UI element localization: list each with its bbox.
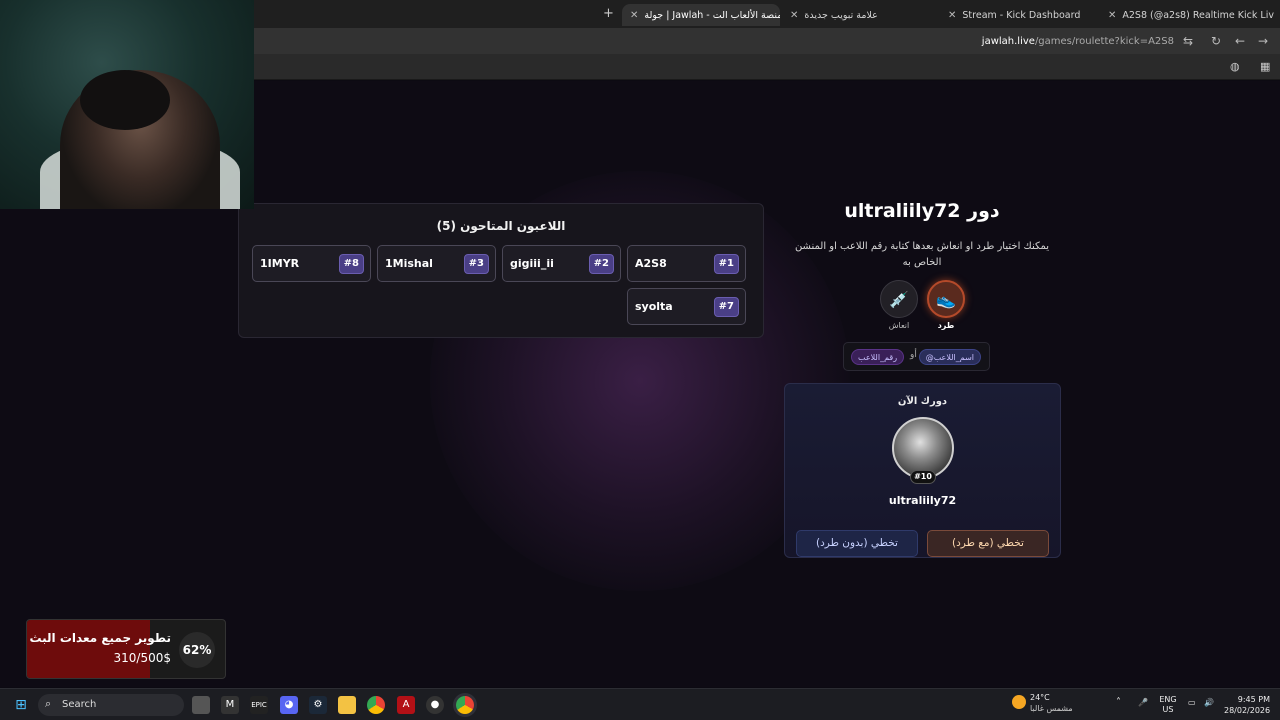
apps-grid-icon[interactable]: ▦ <box>1260 60 1270 73</box>
revive-action-button[interactable]: 💉 انعاش <box>879 280 919 330</box>
url-domain: jawlah.live <box>981 36 1035 47</box>
back-icon[interactable]: ← <box>1235 34 1245 48</box>
windows-start-icon[interactable]: ⊞ <box>12 696 30 714</box>
browser-tab-active[interactable]: ✕ جولة | Jawlah - منصة الألعاب الت <box>622 4 780 26</box>
clock-time: 9:45 PM <box>1237 695 1270 704</box>
avatar-number-badge: #10 <box>910 470 936 484</box>
obs-icon[interactable]: ● <box>426 696 444 714</box>
donation-amount: 310/500$ <box>113 651 172 665</box>
search-icon: ⌕ <box>45 697 52 710</box>
microphone-icon[interactable]: 🎤 <box>1138 698 1148 708</box>
tab-label: جولة | Jawlah - منصة الألعاب الت <box>644 9 780 21</box>
current-turn-card: دورك الآن #10 ultraliily72 تخطي (مع طرد)… <box>784 383 1061 558</box>
player-number-badge: #1 <box>713 254 739 274</box>
region-code: US <box>1162 705 1174 714</box>
turn-title: دور ultraliily72 <box>844 200 1000 222</box>
chevron-up-icon[interactable]: ˄ <box>1116 698 1121 708</box>
player-mention-chip: @اسم_اللاعب <box>918 349 981 365</box>
player-name: gigiii_ii <box>510 257 554 270</box>
network-icon[interactable]: ▭ <box>1188 698 1196 708</box>
new-tab-icon[interactable]: + <box>603 6 614 21</box>
tab-label: علامة تبويب جديدة <box>804 9 878 21</box>
taskbar-search[interactable]: ⌕ Search <box>38 694 184 716</box>
reload-icon[interactable]: ↻ <box>1211 34 1221 48</box>
task-view-icon[interactable] <box>192 696 210 714</box>
webcam-person-hair <box>80 70 170 130</box>
player-number-badge: #2 <box>588 254 614 274</box>
your-turn-title: دورك الآن <box>897 396 948 407</box>
tab-label: Stream - Kick Dashboard <box>962 9 1081 21</box>
player-number-badge: #3 <box>463 254 489 274</box>
chrome-icon[interactable] <box>367 696 385 714</box>
browser-tab[interactable]: ✕ A2S8 (@a2s8) Realtime Kick Liv <box>1100 4 1280 26</box>
app-icon[interactable]: M <box>221 696 239 714</box>
available-players-panel: اللاعبون المتاحون (5) A2S8 #1 gigiii_ii … <box>238 203 764 338</box>
taskbar-clock[interactable]: 9:45 PM 28/02/2026 <box>1224 694 1270 716</box>
site-settings-icon[interactable]: ⇆ <box>1183 34 1193 48</box>
donation-goal-title: تطوير جميع معدات البث <box>29 631 171 645</box>
player-name: syolta <box>635 300 673 313</box>
file-explorer-icon[interactable] <box>338 696 356 714</box>
player-card[interactable]: 1IMYR #8 <box>252 245 371 282</box>
browser-tab[interactable]: ✕ Stream - Kick Dashboard <box>940 4 1100 26</box>
webcam-overlay <box>0 0 254 209</box>
player-card[interactable]: 1Mishal #3 <box>377 245 496 282</box>
close-tab-icon[interactable]: ✕ <box>948 10 956 21</box>
clock-date: 28/02/2026 <box>1224 706 1271 715</box>
players-title: اللاعبون المتاحون (5) <box>436 219 566 233</box>
syringe-icon: 💉 <box>880 280 918 318</box>
volume-icon[interactable]: 🔊 <box>1204 698 1214 708</box>
player-card[interactable]: gigiii_ii #2 <box>502 245 621 282</box>
player-number-chip: رقم_اللاعب <box>851 349 905 365</box>
current-player-name: ultraliily72 <box>888 494 957 507</box>
kick-action-button[interactable]: 👟 طرد <box>926 280 966 330</box>
close-tab-icon[interactable]: ✕ <box>1108 10 1116 21</box>
player-name: 1Mishal <box>385 257 433 270</box>
sneaker-icon: 👟 <box>927 280 965 318</box>
taskbar-search-label: Search <box>62 699 97 710</box>
player-name: 1IMYR <box>260 257 300 270</box>
globe-icon[interactable]: ◍ <box>1230 60 1240 73</box>
close-tab-icon[interactable]: ✕ <box>630 10 638 21</box>
forward-icon[interactable]: → <box>1258 34 1268 48</box>
skip-without-kick-button[interactable]: تخطي (بدون طرد) <box>796 530 918 557</box>
kick-label: طرد <box>937 321 955 330</box>
language-code: ENG <box>1159 695 1177 704</box>
adobe-icon[interactable]: A <box>397 696 415 714</box>
donation-goal-widget: تطوير جميع معدات البث 310/500$ 62% <box>26 619 226 679</box>
player-card[interactable]: A2S8 #1 <box>627 245 746 282</box>
donation-progress-fill <box>27 620 150 678</box>
sun-icon <box>1012 695 1026 709</box>
chrome-active-icon[interactable] <box>456 696 474 714</box>
close-tab-icon[interactable]: ✕ <box>790 10 798 21</box>
language-indicator[interactable]: ENG US <box>1158 695 1178 715</box>
url-field[interactable]: jawlah.live/games/roulette?kick=A2S8 <box>982 36 1174 47</box>
player-name: A2S8 <box>635 257 667 270</box>
or-label: أو <box>910 350 917 360</box>
input-hint-box: @اسم_اللاعب أو رقم_اللاعب <box>843 342 990 371</box>
browser-tab[interactable]: ✕ علامة تبويب جديدة <box>782 4 940 26</box>
player-number-badge: #8 <box>338 254 364 274</box>
url-path: /games/roulette?kick=A2S8 <box>1034 36 1174 47</box>
discord-icon[interactable]: ◕ <box>280 696 298 714</box>
weather-condition: مشمس غالبا <box>1030 704 1073 713</box>
steam-icon[interactable]: ⚙ <box>309 696 327 714</box>
revive-label: انعاش <box>888 321 910 330</box>
tab-label: A2S8 (@a2s8) Realtime Kick Liv <box>1122 9 1274 21</box>
windows-taskbar: ⊞ ⌕ Search M EPIC ◕ ⚙ A ● 24°C مشمس غالب… <box>0 688 1280 720</box>
epic-games-icon[interactable]: EPIC <box>250 696 268 714</box>
weather-temp: 24°C <box>1030 693 1050 702</box>
turn-description: يمكنك اختيار طرد او انعاش بعدها كتابة رق… <box>794 241 1050 268</box>
player-card[interactable]: syolta #7 <box>627 288 746 325</box>
player-number-badge: #7 <box>713 297 739 317</box>
donation-percent: 62% <box>179 632 215 668</box>
skip-with-kick-button[interactable]: تخطي (مع طرد) <box>927 530 1049 557</box>
